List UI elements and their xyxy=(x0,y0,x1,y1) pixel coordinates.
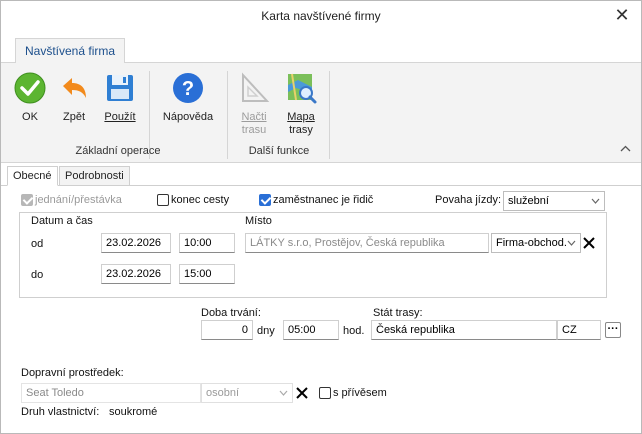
datetime-place-frame xyxy=(19,212,607,298)
ribbon-tab-bar: Navštívená firma xyxy=(1,38,641,64)
ok-label: OK xyxy=(22,111,38,123)
meeting-checkbox[interactable] xyxy=(21,194,33,206)
place-field[interactable]: LÁTKY s.r.o, Prostějov, Česká republika xyxy=(245,233,489,253)
close-icon xyxy=(296,387,308,399)
place-header: Místo xyxy=(245,215,272,227)
use-button[interactable]: Použít xyxy=(101,71,139,124)
undo-arrow-icon xyxy=(63,78,86,98)
ownership-value: soukromé xyxy=(109,406,158,418)
ribbon-separator xyxy=(329,71,330,159)
help-button[interactable]: ? Nápověda xyxy=(159,71,217,124)
clear-place-button[interactable] xyxy=(582,236,596,250)
ownership-label: Druh vlastnictví: xyxy=(21,406,100,418)
end-trip-checkbox[interactable] xyxy=(157,194,169,206)
ribbon-separator xyxy=(227,71,228,159)
route-map-label-2: trasy xyxy=(289,124,313,136)
from-label: od xyxy=(31,238,44,250)
checkmark-icon xyxy=(14,72,46,104)
close-icon xyxy=(583,237,595,249)
vehicle-type-value: osobní xyxy=(206,387,240,399)
dialog-window: Karta navštívené firmy ✕ Navštívená firm… xyxy=(0,0,642,434)
from-time-field[interactable]: 10:00 xyxy=(179,233,235,253)
clear-vehicle-button[interactable] xyxy=(295,386,309,400)
back-button[interactable]: Zpět xyxy=(57,71,91,124)
help-label: Nápověda xyxy=(162,111,214,123)
duration-label: Doba trvání: xyxy=(201,307,261,319)
route-map-label-1: Mapa xyxy=(287,111,315,123)
ribbon: OK Zpět Použít ? Nápověda Načti trasu Ma… xyxy=(1,63,641,163)
close-button[interactable]: ✕ xyxy=(611,4,633,26)
end-trip-label: konec cesty xyxy=(171,194,230,206)
trip-type-value: služební xyxy=(508,195,549,207)
hours-unit: hod. xyxy=(343,325,365,337)
back-label: Zpět xyxy=(62,111,85,123)
chevron-down-icon xyxy=(279,384,288,402)
from-date-field[interactable]: 23.02.2026 xyxy=(101,233,171,253)
ok-button[interactable]: OK xyxy=(13,71,47,124)
employee-driver-checkbox[interactable] xyxy=(259,194,271,206)
load-route-button[interactable]: Načti trasu xyxy=(237,71,271,137)
place-type-value: Firma-obchod. xyxy=(496,237,567,249)
svg-text:?: ? xyxy=(182,78,194,100)
ribbon-tab-visited-company[interactable]: Navštívená firma xyxy=(15,38,126,64)
datetime-header: Datum a čas xyxy=(31,215,93,227)
window-title: Karta navštívené firmy xyxy=(261,9,381,23)
trip-type-select[interactable]: služební xyxy=(503,191,605,211)
ribbon-collapse-icon[interactable] xyxy=(620,141,631,155)
load-route-label-1: Načti xyxy=(241,111,267,123)
trailer-label: s přívěsem xyxy=(333,387,387,399)
hours-field[interactable]: 05:00 xyxy=(283,320,339,340)
trip-type-label: Povaha jízdy: xyxy=(435,194,502,206)
group-label-basic: Základní operace xyxy=(75,145,161,157)
vehicle-field[interactable]: Seat Toledo xyxy=(21,383,201,403)
days-unit: dny xyxy=(257,325,275,337)
country-picker-button[interactable]: ··· xyxy=(605,322,621,338)
page-tab-bar: Obecné Podrobnosti xyxy=(1,166,641,186)
map-magnifier-icon xyxy=(288,73,317,104)
help-question-icon: ? xyxy=(173,73,203,103)
vehicle-type-select[interactable]: osobní xyxy=(201,383,293,403)
country-field[interactable]: Česká republika xyxy=(371,320,557,340)
days-field[interactable]: 0 xyxy=(201,320,253,340)
title-bar: Karta navštívené firmy ✕ xyxy=(1,1,641,31)
group-label-more: Další funkce xyxy=(248,145,310,157)
transport-label: Dopravní prostředek: xyxy=(21,367,124,379)
trailer-checkbox[interactable] xyxy=(319,387,331,399)
employee-driver-label: zaměstnanec je řidič xyxy=(273,194,374,206)
country-code-field[interactable]: CZ xyxy=(557,320,601,340)
save-disk-icon xyxy=(107,75,133,101)
to-date-field[interactable]: 23.02.2026 xyxy=(101,264,171,284)
tab-general[interactable]: Obecné xyxy=(7,166,58,186)
to-label: do xyxy=(31,269,44,281)
route-map-button[interactable]: Mapa trasy xyxy=(281,71,321,137)
triangle-ruler-icon xyxy=(242,72,270,102)
chevron-down-icon xyxy=(567,234,576,252)
to-time-field[interactable]: 15:00 xyxy=(179,264,235,284)
place-type-select[interactable]: Firma-obchod. xyxy=(491,233,581,253)
chevron-down-icon xyxy=(591,192,600,210)
tab-details[interactable]: Podrobnosti xyxy=(59,166,130,186)
country-label: Stát trasy: xyxy=(373,307,423,319)
load-route-label-2: trasu xyxy=(241,124,267,136)
use-label: Použít xyxy=(104,111,136,123)
meeting-label: jednání/přestávka xyxy=(35,194,122,206)
